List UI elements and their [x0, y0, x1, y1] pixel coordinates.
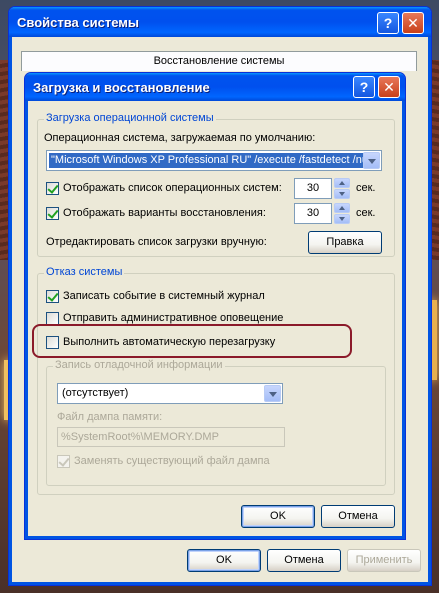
debug-info-group: Запись отладочной информации (отсутствуе… [46, 359, 386, 486]
seconds-field[interactable]: 30 [294, 203, 332, 224]
default-os-label: Операционная система, загружаемая по умо… [44, 132, 316, 144]
help-icon[interactable]: ? [377, 12, 399, 34]
dump-file-field[interactable]: %SystemRoot%\MEMORY.DMP [57, 427, 285, 447]
show-os-list-label: Отображать список операционных систем: [63, 182, 282, 194]
chevron-down-icon[interactable] [264, 385, 281, 402]
seconds-unit: сек. [356, 207, 376, 219]
chevron-down-icon[interactable] [363, 152, 380, 169]
apply-button[interactable]: Применить [347, 549, 421, 572]
send-alert-label: Отправить административное оповещение [63, 312, 284, 324]
dump-file-label: Файл дампа памяти: [57, 411, 163, 423]
write-event-checkbox[interactable] [46, 290, 59, 303]
edit-button[interactable]: Правка [308, 231, 382, 254]
show-recovery-checkbox[interactable] [46, 207, 59, 220]
show-os-list-checkbox[interactable] [46, 182, 59, 195]
debug-type-value: (отсутствует) [62, 387, 129, 399]
spin-up-icon[interactable] [334, 178, 350, 188]
dialog-title: Загрузка и восстановление [33, 80, 210, 95]
show-recovery-label: Отображать варианты восстановления: [63, 207, 266, 219]
ok-button[interactable]: OK [187, 549, 261, 572]
title-bar[interactable]: Загрузка и восстановление ? ✕ [25, 73, 405, 101]
group-legend: Запись отладочной информации [53, 359, 225, 371]
boot-group: Загрузка операционной системы Операционн… [37, 112, 395, 257]
spin-down-icon[interactable] [334, 214, 350, 224]
cancel-button[interactable]: Отмена [267, 549, 341, 572]
title-bar[interactable]: Свойства системы ? ✕ [9, 7, 431, 37]
default-os-select[interactable]: "Microsoft Windows XP Professional RU" /… [46, 150, 382, 171]
seconds-field[interactable]: 30 [294, 178, 332, 199]
write-event-label: Записать событие в системный журнал [63, 290, 265, 302]
ok-button[interactable]: OK [241, 505, 315, 528]
spin-down-icon[interactable] [334, 189, 350, 199]
close-icon[interactable]: ✕ [402, 12, 424, 34]
edit-manually-label: Отредактировать список загрузки вручную: [46, 236, 267, 248]
cancel-button[interactable]: Отмена [321, 505, 395, 528]
os-list-seconds-spinner[interactable]: 30 [294, 178, 350, 199]
default-os-value: "Microsoft Windows XP Professional RU" /… [49, 153, 370, 168]
spin-up-icon[interactable] [334, 203, 350, 213]
overwrite-dump-label: Заменять существующий файл дампа [74, 455, 270, 467]
help-icon[interactable]: ? [353, 76, 375, 98]
close-icon[interactable]: ✕ [378, 76, 400, 98]
tab-system-restore[interactable]: Восстановление системы [21, 51, 417, 71]
group-legend: Отказ системы [44, 266, 125, 278]
highlight-annotation [32, 324, 352, 358]
seconds-unit: сек. [356, 182, 376, 194]
debug-type-select[interactable]: (отсутствует) [57, 383, 283, 404]
dialog-title: Свойства системы [17, 15, 139, 30]
startup-recovery-dialog: Загрузка и восстановление ? ✕ Загрузка о… [24, 72, 406, 540]
group-legend: Загрузка операционной системы [44, 112, 216, 124]
overwrite-dump-checkbox[interactable] [57, 455, 70, 468]
recovery-seconds-spinner[interactable]: 30 [294, 203, 350, 224]
system-failure-group: Отказ системы Записать событие в системн… [37, 266, 395, 495]
